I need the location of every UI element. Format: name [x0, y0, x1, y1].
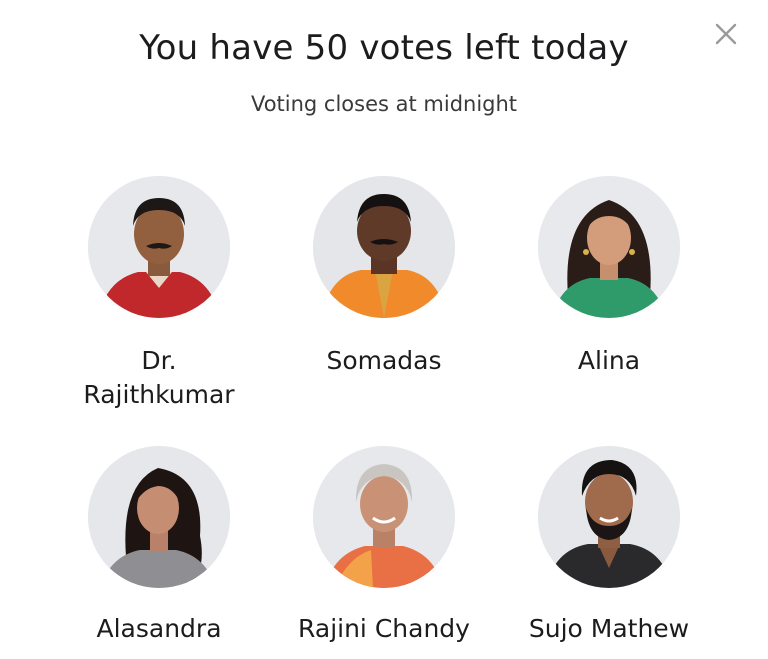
contestant-photo[interactable]	[538, 446, 680, 588]
contestant-photo[interactable]	[88, 176, 230, 318]
contestant-name: Somadas	[326, 346, 442, 375]
contestant-photo[interactable]	[88, 446, 230, 588]
contestant-name: Rajini Chandy	[298, 614, 470, 643]
page-title: You have 50 votes left today	[139, 28, 629, 68]
contestant-card-alasandra[interactable]: Alasandra	[49, 446, 269, 646]
contestant-name: Dr. Rajithkumar	[83, 346, 235, 409]
contestant-card-rajithkumar[interactable]: Dr. Rajithkumar	[49, 176, 269, 412]
contestant-name: Sujo Mathew	[528, 614, 690, 643]
contestant-card-sujo-mathew[interactable]: Sujo Mathew	[499, 446, 719, 646]
close-icon[interactable]	[712, 20, 740, 48]
contestant-photo[interactable]	[538, 176, 680, 318]
contestant-photo[interactable]	[313, 176, 455, 318]
contestant-card-alina[interactable]: Alina	[499, 176, 719, 378]
contestant-card-rajini-chandy[interactable]: Rajini Chandy	[274, 446, 494, 646]
contestant-name: Alina	[577, 346, 641, 375]
contestant-card-somadas[interactable]: Somadas	[274, 176, 494, 378]
contestant-photo[interactable]	[313, 446, 455, 588]
contestant-name: Alasandra	[96, 614, 222, 643]
voting-deadline-text: Voting closes at midnight	[250, 92, 518, 116]
